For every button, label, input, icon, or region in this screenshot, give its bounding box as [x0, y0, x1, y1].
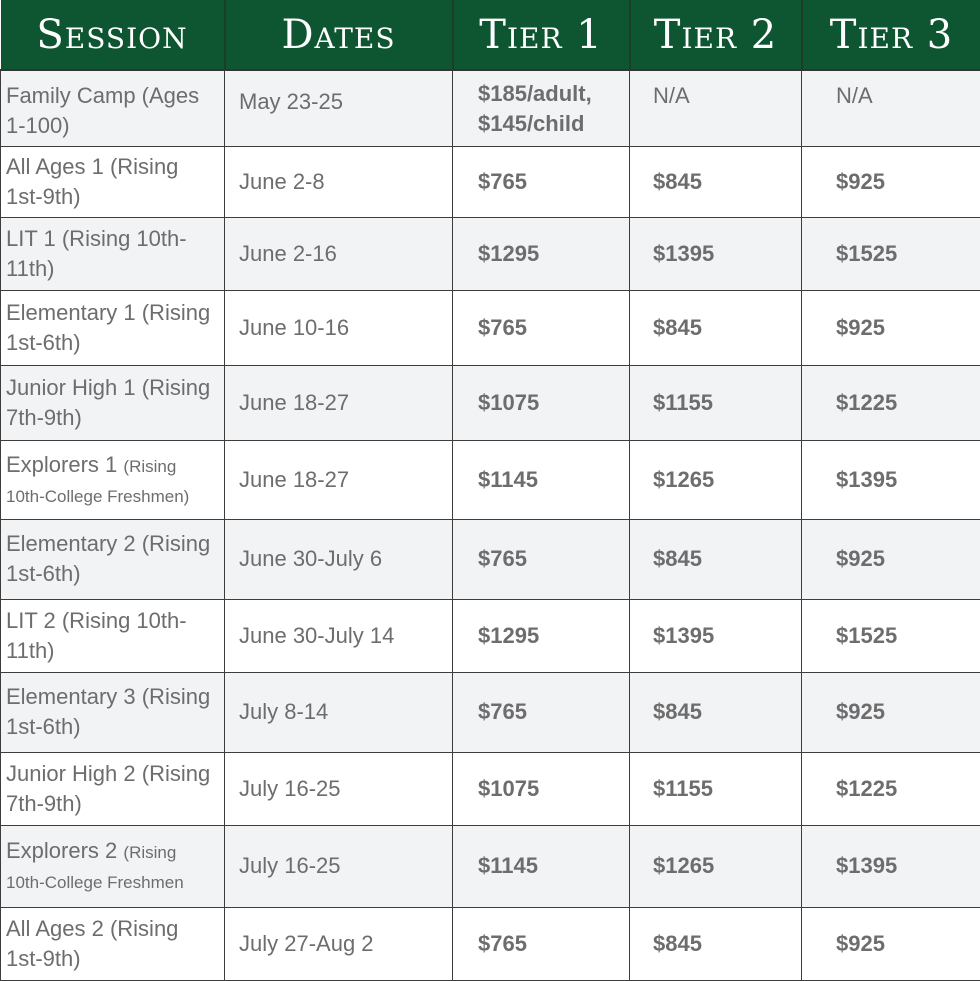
header-tier-2: Tier 2 [630, 0, 802, 70]
session-name: LIT 1 (Rising 10th-11th) [6, 226, 187, 281]
session-cell: Junior High 1 (Rising 7th-9th) [1, 365, 225, 440]
tier-3-price: $1525 [802, 217, 980, 290]
header-tier-1: Tier 1 [453, 0, 630, 70]
header-session: Session [1, 0, 225, 70]
tier-2-price: $1155 [630, 365, 802, 440]
session-name: Elementary 3 (Rising 1st-6th) [6, 684, 210, 739]
tier-3-price: $1225 [802, 365, 980, 440]
tier-2-price: $845 [630, 146, 802, 217]
tier-1-price: $1075 [453, 365, 630, 440]
dates-cell: July 27-Aug 2 [225, 907, 453, 980]
table-row: All Ages 1 (Rising 1st-9th) June 2-8 $76… [1, 146, 980, 217]
tier-2-price: $1395 [630, 599, 802, 672]
dates-cell: June 2-8 [225, 146, 453, 217]
session-name: Elementary 2 (Rising 1st-6th) [6, 531, 210, 586]
tier-3-price: $925 [802, 290, 980, 365]
tier-2-price: $845 [630, 672, 802, 752]
tier-1-price: $1075 [453, 752, 630, 825]
tier-2-price: $845 [630, 907, 802, 980]
tier-1-price: $1145 [453, 440, 630, 519]
dates-cell: June 30-July 6 [225, 519, 453, 599]
tier-1-price: $765 [453, 290, 630, 365]
session-name: Explorers 1 [6, 452, 117, 477]
tier-1-price: $1295 [453, 217, 630, 290]
session-cell: Junior High 2 (Rising 7th-9th) [1, 752, 225, 825]
tier-1-price: $1295 [453, 599, 630, 672]
tier-3-price: N/A [802, 70, 980, 146]
session-name: Explorers 2 [6, 838, 117, 863]
tier-3-price: $925 [802, 672, 980, 752]
session-name: Junior High 2 (Rising 7th-9th) [6, 761, 210, 816]
tier-3-price: $925 [802, 146, 980, 217]
table-row: LIT 1 (Rising 10th-11th) June 2-16 $1295… [1, 217, 980, 290]
tier-2-price: $1155 [630, 752, 802, 825]
session-name: All Ages 2 (Rising 1st-9th) [6, 916, 178, 971]
tier-2-price: $1265 [630, 825, 802, 907]
dates-cell: June 18-27 [225, 365, 453, 440]
session-cell: Explorers 1 (Rising 10th-College Freshme… [1, 440, 225, 519]
tier-1-price: $765 [453, 672, 630, 752]
table-row: Family Camp (Ages 1-100) May 23-25 $185/… [1, 70, 980, 146]
table-row: All Ages 2 (Rising 1st-9th) July 27-Aug … [1, 907, 980, 980]
tier-3-price: $925 [802, 519, 980, 599]
session-cell: Explorers 2 (Rising 10th-College Freshme… [1, 825, 225, 907]
tier-2-price: $845 [630, 290, 802, 365]
tier-1-price: $765 [453, 146, 630, 217]
session-name: Elementary 1 (Rising 1st-6th) [6, 300, 210, 355]
tier-1-price: $1145 [453, 825, 630, 907]
session-name: Family Camp (Ages 1-100) [6, 83, 199, 138]
table-row: Explorers 1 (Rising 10th-College Freshme… [1, 440, 980, 519]
session-cell: LIT 2 (Rising 10th-11th) [1, 599, 225, 672]
tier-2-price: $845 [630, 519, 802, 599]
header-row: Session Dates Tier 1 Tier 2 Tier 3 [1, 0, 980, 70]
table-row: Junior High 1 (Rising 7th-9th) June 18-2… [1, 365, 980, 440]
pricing-table: Session Dates Tier 1 Tier 2 Tier 3 Famil… [0, 0, 980, 981]
session-name: All Ages 1 (Rising 1st-9th) [6, 154, 178, 209]
table-row: Elementary 3 (Rising 1st-6th) July 8-14 … [1, 672, 980, 752]
session-cell: LIT 1 (Rising 10th-11th) [1, 217, 225, 290]
table-row: Junior High 2 (Rising 7th-9th) July 16-2… [1, 752, 980, 825]
tier-1-price: $185/adult, $145/child [453, 70, 630, 146]
session-cell: Family Camp (Ages 1-100) [1, 70, 225, 146]
session-cell: All Ages 1 (Rising 1st-9th) [1, 146, 225, 217]
header-tier-3: Tier 3 [802, 0, 980, 70]
tier-2-price: $1395 [630, 217, 802, 290]
tier-3-price: $1395 [802, 825, 980, 907]
table-row: LIT 2 (Rising 10th-11th) June 30-July 14… [1, 599, 980, 672]
dates-cell: July 16-25 [225, 752, 453, 825]
header-dates: Dates [225, 0, 453, 70]
tier-2-price: N/A [630, 70, 802, 146]
table-row: Elementary 2 (Rising 1st-6th) June 30-Ju… [1, 519, 980, 599]
session-cell: Elementary 2 (Rising 1st-6th) [1, 519, 225, 599]
tier-2-price: $1265 [630, 440, 802, 519]
session-cell: All Ages 2 (Rising 1st-9th) [1, 907, 225, 980]
session-name: Junior High 1 (Rising 7th-9th) [6, 375, 210, 430]
dates-cell: June 18-27 [225, 440, 453, 519]
dates-cell: July 8-14 [225, 672, 453, 752]
tier-3-price: $1395 [802, 440, 980, 519]
tier-1-price: $765 [453, 519, 630, 599]
dates-cell: July 16-25 [225, 825, 453, 907]
table-row: Explorers 2 (Rising 10th-College Freshme… [1, 825, 980, 907]
dates-cell: June 2-16 [225, 217, 453, 290]
tier-1-price: $765 [453, 907, 630, 980]
tier-3-price: $1525 [802, 599, 980, 672]
table-row: Elementary 1 (Rising 1st-6th) June 10-16… [1, 290, 980, 365]
session-name: LIT 2 (Rising 10th-11th) [6, 608, 187, 663]
session-cell: Elementary 3 (Rising 1st-6th) [1, 672, 225, 752]
tier-3-price: $1225 [802, 752, 980, 825]
dates-cell: June 10-16 [225, 290, 453, 365]
dates-cell: June 30-July 14 [225, 599, 453, 672]
session-cell: Elementary 1 (Rising 1st-6th) [1, 290, 225, 365]
dates-cell: May 23-25 [225, 70, 453, 146]
tier-3-price: $925 [802, 907, 980, 980]
